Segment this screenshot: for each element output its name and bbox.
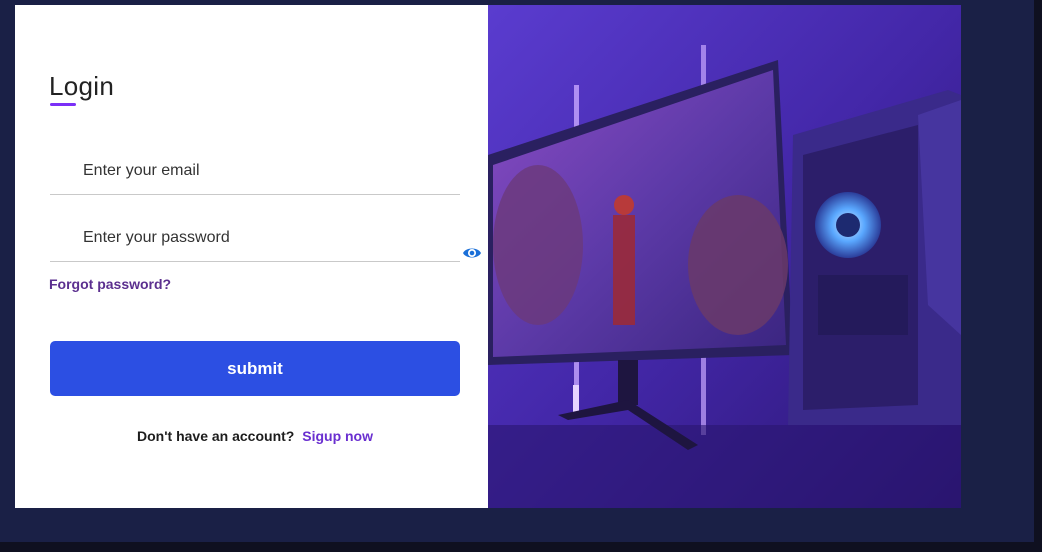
password-field[interactable] bbox=[50, 217, 465, 259]
email-field-wrapper bbox=[50, 150, 465, 195]
signup-prompt-text: Don't have an account? bbox=[136, 428, 295, 444]
forgot-password-link[interactable]: Forgot password? bbox=[49, 276, 171, 292]
login-form-panel: Login Forgot password? submit Don't have… bbox=[15, 5, 488, 508]
eye-icon[interactable] bbox=[462, 243, 482, 263]
gaming-setup-illustration bbox=[488, 5, 961, 508]
page-title: Login bbox=[49, 71, 115, 101]
page-bottom-band bbox=[0, 542, 1042, 552]
signup-link[interactable]: Sigup now bbox=[302, 428, 373, 444]
submit-button[interactable]: submit bbox=[50, 341, 460, 396]
title-underline bbox=[50, 103, 76, 106]
signup-prompt-line: Don't have an account? Sigup now bbox=[15, 428, 495, 444]
page-right-band bbox=[1034, 0, 1042, 542]
login-card: Login Forgot password? submit Don't have… bbox=[15, 5, 961, 508]
email-field[interactable] bbox=[50, 150, 465, 192]
hero-image bbox=[488, 5, 961, 508]
password-field-wrapper bbox=[50, 217, 481, 262]
